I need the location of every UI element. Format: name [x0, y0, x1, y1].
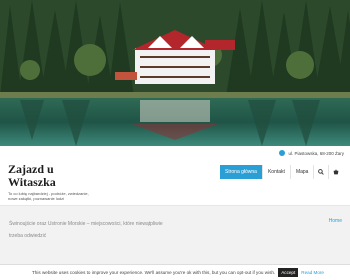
cookie-accept-button[interactable]: Accept [278, 268, 299, 277]
cookie-read-more-link[interactable]: Read More [301, 270, 324, 275]
map-pin-icon [279, 150, 286, 156]
cookie-message: This website uses cookies to improve you… [32, 270, 276, 275]
site-title[interactable]: Zajazd u Witaszka [8, 163, 68, 189]
cart-icon[interactable] [328, 165, 343, 179]
address-text: ul. Piastowska, 68-200 Żary [288, 150, 344, 156]
lake-hotel-illustration [0, 0, 350, 146]
featured-article-title[interactable]: Świnoujście oraz Ustronie Morskie – miej… [9, 218, 174, 242]
nav-item-contact[interactable]: Kontakt [261, 165, 290, 179]
cookie-notice: This website uses cookies to improve you… [0, 264, 350, 280]
main-nav: Strona główna Kontakt Mapa [220, 165, 343, 179]
breadcrumb-home[interactable]: Home [329, 218, 342, 224]
content-area: Świnoujście oraz Ustronie Morskie – miej… [0, 206, 350, 264]
nav-item-home[interactable]: Strona główna [220, 165, 262, 179]
address-bar: ul. Piastowska, 68-200 Żary [0, 146, 350, 160]
nav-item-map[interactable]: Mapa [289, 165, 314, 179]
search-icon[interactable] [313, 165, 328, 179]
hero-image [0, 0, 350, 146]
site-tagline: To co lubię najbardziej - podróże, zwied… [8, 191, 89, 201]
site-branding: Zajazd u Witaszka To co lubię najbardzie… [8, 163, 188, 202]
